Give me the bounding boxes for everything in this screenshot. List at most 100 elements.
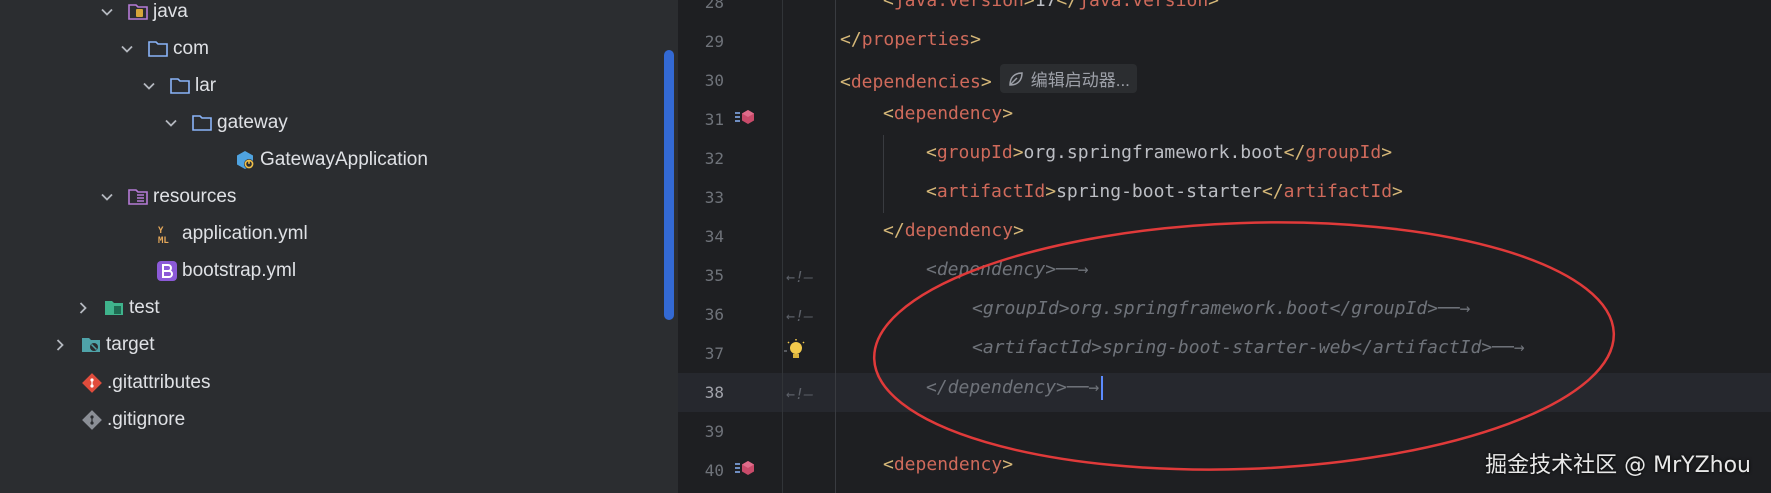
tree-item-com[interactable]: com — [0, 28, 678, 70]
comment-fold-marker[interactable]: ←!— — [786, 307, 813, 325]
maven-dependency-gutter-icon[interactable] — [734, 108, 756, 133]
maven-dependency-gutter-icon[interactable] — [734, 459, 756, 484]
comment-fold-marker[interactable]: ←!— — [786, 268, 813, 286]
chevron-right-icon[interactable] — [74, 299, 92, 317]
folder-icon — [146, 37, 170, 61]
line-number: 35 — [704, 266, 724, 285]
line-number: 39 — [704, 422, 724, 441]
tag-bracket: </ — [840, 29, 862, 50]
line-number: 31 — [704, 110, 724, 129]
indent-guide — [835, 0, 836, 493]
tree-item-test[interactable]: test — [0, 287, 678, 329]
code-line-28[interactable]: <java.version>17</java.version> — [883, 0, 1219, 11]
line-number: 30 — [704, 71, 724, 90]
line-number: 40 — [704, 461, 724, 480]
tag-bracket: < — [840, 71, 851, 93]
tag-text: 17 — [1034, 0, 1057, 11]
lightbulb-intention-icon[interactable] — [782, 338, 806, 369]
red-annotation-ellipse — [872, 221, 1616, 471]
svg-text:Y: Y — [158, 226, 164, 236]
folder-icon — [168, 74, 192, 98]
git-ignore-icon — [80, 408, 104, 432]
tree-item-label: application.yml — [182, 223, 308, 244]
project-tree-panel: java com lar gateway GatewayApplication … — [0, 0, 678, 493]
tree-scrollbar[interactable] — [664, 50, 674, 320]
tree-item-application-yml[interactable]: Y ML application.yml — [0, 213, 678, 255]
folder-icon — [190, 111, 214, 135]
tree-item-gateway[interactable]: gateway — [0, 102, 678, 144]
test-folder-icon — [102, 296, 126, 320]
line-number: 36 — [704, 305, 724, 324]
tag-bracket: > — [980, 71, 992, 93]
tag-bracket: < — [883, 103, 894, 124]
yaml-file-icon: Y ML — [155, 222, 179, 246]
tree-item-target[interactable]: target — [0, 324, 678, 366]
tree-item-label: .gitattributes — [107, 372, 211, 393]
tag-bracket: > — [1002, 103, 1014, 124]
code-line-31[interactable]: <dependency> — [883, 103, 1013, 124]
line-number: 29 — [704, 32, 724, 51]
code-line-33[interactable]: <artifactId>spring-boot-starter</artifac… — [926, 181, 1403, 202]
chevron-down-icon[interactable] — [118, 40, 136, 58]
tree-item-label: GatewayApplication — [260, 149, 428, 170]
spring-leaf-icon — [1008, 71, 1023, 86]
tag-name: groupId — [936, 142, 1013, 163]
tag-name: groupId — [1305, 142, 1382, 163]
source-folder-java-icon — [126, 0, 150, 24]
chevron-down-icon[interactable] — [162, 114, 180, 132]
code-line-32[interactable]: <groupId>org.springframework.boot</group… — [926, 142, 1392, 163]
spring-boot-class-icon — [233, 148, 257, 172]
tree-item-gatewayapplication[interactable]: GatewayApplication — [0, 139, 678, 181]
tree-item-label: bootstrap.yml — [182, 260, 297, 281]
code-line-30[interactable]: <dependencies> 编辑启动器... — [840, 64, 1137, 93]
git-file-icon — [80, 371, 104, 395]
tree-item-gitignore[interactable]: .gitignore — [0, 399, 678, 441]
line-number: 32 — [704, 149, 724, 168]
tree-item-bootstrap-yml[interactable]: bootstrap.yml — [0, 250, 678, 292]
tree-item-gitattributes[interactable]: .gitattributes — [0, 362, 678, 404]
resources-folder-icon — [126, 185, 150, 209]
line-number: 37 — [704, 344, 724, 363]
chevron-down-icon[interactable] — [98, 188, 116, 206]
tag-bracket: < — [926, 142, 937, 163]
chevron-down-icon[interactable] — [140, 77, 158, 95]
tag-name: java.version — [893, 0, 1024, 11]
chevron-down-icon[interactable] — [98, 3, 116, 21]
tree-item-lar[interactable]: lar — [0, 65, 678, 107]
tree-item-label: gateway — [217, 112, 288, 133]
tree-item-label: target — [106, 334, 155, 355]
indent-guide — [883, 135, 884, 213]
tree-item-label: resources — [153, 186, 237, 207]
edit-starters-label: 编辑启动器... — [1030, 71, 1130, 90]
code-line-29[interactable]: </properties> — [840, 29, 981, 50]
line-number: 33 — [704, 188, 724, 207]
tag-text: spring-boot-starter — [1056, 181, 1262, 202]
tag-text: org.springframework.boot — [1023, 142, 1284, 163]
tag-bracket: < — [883, 0, 894, 11]
edit-starters-inlay[interactable]: 编辑启动器... — [999, 64, 1137, 93]
tree-item-resources[interactable]: resources — [0, 176, 678, 218]
tree-item-label: .gitignore — [107, 409, 186, 430]
chevron-right-icon[interactable] — [51, 336, 69, 354]
tag-name: java.version — [1078, 0, 1209, 11]
tree-item-label: lar — [195, 75, 217, 96]
tag-name: dependencies — [850, 71, 981, 93]
comment-fold-marker[interactable]: ←!— — [786, 385, 813, 403]
svg-text:ML: ML — [158, 236, 169, 245]
tag-name: dependency — [893, 103, 1003, 124]
tag-name: properties — [861, 29, 971, 50]
tag-bracket: < — [926, 181, 937, 202]
tree-item-label: test — [129, 297, 160, 318]
tree-item-label: com — [173, 38, 209, 59]
line-number: 38 — [704, 383, 724, 402]
gutter-divider — [782, 0, 783, 493]
tag-bracket: > — [970, 29, 981, 50]
line-number: 34 — [704, 227, 724, 246]
watermark: 掘金技术社区 @ MrYZhou — [1485, 453, 1751, 478]
tree-item-label: java — [153, 1, 188, 22]
bootstrap-file-icon — [155, 259, 179, 283]
line-number: 28 — [704, 0, 724, 12]
tag-name: artifactId — [1283, 181, 1393, 202]
tag-name: artifactId — [936, 181, 1046, 202]
excluded-folder-icon — [79, 333, 103, 357]
